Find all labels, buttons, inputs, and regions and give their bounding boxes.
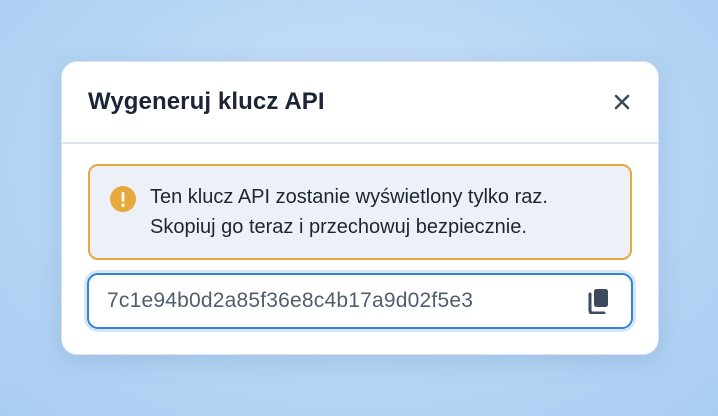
api-key-field[interactable]: 7c1e94b0d2a85f36e8c4b17a9d02f5e3: [87, 273, 633, 329]
close-icon: [614, 94, 630, 110]
exclamation-circle-icon: [110, 186, 136, 212]
copy-button[interactable]: [585, 286, 611, 316]
modal-body: Ten klucz API zostanie wyświetlony tylko…: [62, 144, 658, 332]
warning-line-1: Ten klucz API zostanie wyświetlony tylko…: [150, 186, 548, 208]
warning-line-2: Skopiuj go teraz i przechowuj bezpieczni…: [150, 216, 527, 238]
modal-header: Wygeneruj klucz API: [62, 62, 658, 144]
api-key-value[interactable]: 7c1e94b0d2a85f36e8c4b17a9d02f5e3: [107, 289, 585, 313]
api-key-modal: Wygeneruj klucz API Ten klucz API zostan…: [61, 61, 659, 355]
close-button[interactable]: [608, 88, 636, 116]
warning-message: Ten klucz API zostanie wyświetlony tylko…: [150, 182, 548, 242]
api-key-field-focus-ring: 7c1e94b0d2a85f36e8c4b17a9d02f5e3: [84, 270, 636, 332]
warning-banner: Ten klucz API zostanie wyświetlony tylko…: [88, 164, 632, 260]
modal-title: Wygeneruj klucz API: [88, 88, 325, 115]
copy-icon: [588, 289, 608, 314]
